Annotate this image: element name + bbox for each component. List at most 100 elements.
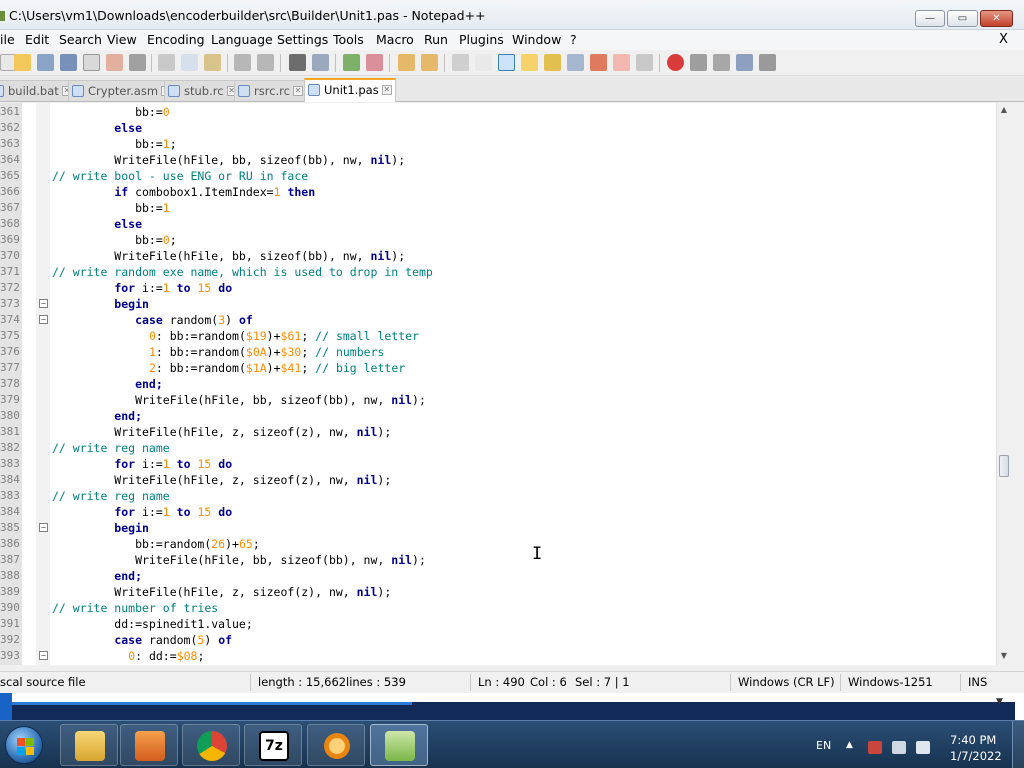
run-macro-multiple-icon[interactable] [736,54,753,71]
tab-rsrc-rc[interactable]: rsrc.rc ✕ [234,80,307,101]
code-line[interactable]: 383 // write reg name [0,488,996,504]
taskbar-explorer[interactable] [60,724,118,766]
sync-vertical-icon[interactable] [398,54,415,71]
zoom-out-icon[interactable] [366,54,383,71]
fold-toggle-icon[interactable]: − [39,299,48,308]
code-line[interactable]: 379 WriteFile(hFile, bb, sizeof(bb), nw,… [0,392,996,408]
code-line[interactable]: 375 0: bb:=random($19)+$61; // small let… [0,328,996,344]
scroll-up-icon[interactable]: ▲ [999,105,1009,114]
code-line[interactable]: 387 WriteFile(hFile, bb, sizeof(bb), nw,… [0,552,996,568]
scrollbar-thumb[interactable] [999,455,1009,477]
code-line[interactable]: 386 bb:=random(26)+65; [0,536,996,552]
minimize-button[interactable]: — [915,10,945,27]
tab-crypter-asm[interactable]: Crypter.asm ✕ [68,80,176,101]
menu-window[interactable]: Window [512,32,561,47]
code-line[interactable]: 382 // write reg name [0,440,996,456]
code-line[interactable]: 392 case random(5) of [0,632,996,648]
code-line[interactable]: 361 bb:=0 [0,104,996,120]
code-line[interactable]: 378 end; [0,376,996,392]
menu-encoding[interactable]: Encoding [147,32,205,47]
code-line[interactable]: 368 else [0,216,996,232]
code-line[interactable]: 393 − 0: dd:=$08; [0,648,996,664]
title-bar[interactable]: C:\Users\vm1\Downloads\encoderbuilder\sr… [0,0,1024,30]
fold-toggle-icon[interactable]: − [39,523,48,532]
function-list-icon[interactable] [567,54,584,71]
menu-view[interactable]: View [107,32,137,47]
cut-icon[interactable] [158,54,175,71]
menu-search[interactable]: Search [59,32,102,47]
start-button[interactable] [5,726,43,764]
stop-macro-icon[interactable] [690,54,707,71]
language-indicator[interactable]: EN [816,739,831,752]
eye-icon[interactable] [636,54,653,71]
code-line[interactable]: 389 WriteFile(hFile, z, sizeof(z), nw, n… [0,584,996,600]
code-line[interactable]: 376 1: bb:=random($0A)+$30; // numbers [0,344,996,360]
menu-settings[interactable]: Settings [277,32,328,47]
indent-guide-icon[interactable] [498,54,515,71]
tab-close-icon[interactable]: ✕ [292,86,303,96]
menu-edit[interactable]: Edit [25,32,49,47]
copy-icon[interactable] [181,54,198,71]
save-all-icon[interactable] [60,54,77,71]
find-icon[interactable] [289,54,306,71]
record-macro-icon[interactable] [667,54,684,71]
show-all-chars-icon[interactable] [475,54,492,71]
code-line[interactable]: 372 for i:=1 to 15 do [0,280,996,296]
close-button[interactable]: ✕ [980,10,1013,27]
close-all-icon[interactable] [106,54,123,71]
language-icon[interactable] [521,54,538,71]
replace-icon[interactable] [312,54,329,71]
code-line[interactable]: 363 bb:=1; [0,136,996,152]
monitoring-icon[interactable] [613,54,630,71]
code-line[interactable]: 364 WriteFile(hFile, bb, sizeof(bb), nw,… [0,152,996,168]
vertical-scrollbar[interactable]: ▲ ▼ [996,103,1010,665]
action-center-icon[interactable] [868,741,882,754]
code-line[interactable]: 362 else [0,120,996,136]
code-line[interactable]: 377 2: bb:=random($1A)+$41; // big lette… [0,360,996,376]
scroll-down-icon[interactable]: ▼ [999,651,1009,660]
close-file-icon[interactable] [83,54,100,71]
code-line[interactable]: 390 // write number of tries [0,600,996,616]
menu-plugins[interactable]: Plugins [459,32,504,47]
menu-language[interactable]: Language [211,32,273,47]
tab-unit1-pas[interactable]: Unit1.pas ✕ [304,78,396,102]
menu-help[interactable]: ? [570,32,577,47]
code-line[interactable]: 367 bb:=1 [0,200,996,216]
code-line[interactable]: 384 WriteFile(hFile, z, sizeof(z), nw, n… [0,472,996,488]
print-icon[interactable] [129,54,146,71]
show-desktop-button[interactable] [1012,721,1024,768]
tab-build-bat[interactable]: build.bat ✕ [0,80,76,101]
save-macro-icon[interactable] [759,54,776,71]
taskbar-notepad-plus-plus[interactable] [370,724,428,766]
code-line[interactable]: 384 for i:=1 to 15 do [0,504,996,520]
redo-icon[interactable] [257,54,274,71]
fold-toggle-icon[interactable]: − [39,315,48,324]
clock-date[interactable]: 1/7/2022 [950,749,1002,763]
code-line[interactable]: 369 bb:=0; [0,232,996,248]
code-line[interactable]: 388 end; [0,568,996,584]
network-icon[interactable] [892,741,906,754]
code-editor[interactable]: 361 bb:=0 362 else 363 bb:=1; 364 WriteFile… [0,103,1010,665]
taskbar-media-player[interactable] [120,724,178,766]
status-encoding[interactable]: Windows-1251 [848,675,933,689]
volume-icon[interactable] [916,741,930,754]
code-line[interactable]: 371 // write random exe name, which is us… [0,264,996,280]
status-eol[interactable]: Windows (CR LF) [738,675,835,689]
word-wrap-icon[interactable] [452,54,469,71]
code-line[interactable]: 380 end; [0,408,996,424]
doc-map-icon[interactable] [544,54,561,71]
menu-tools[interactable]: Tools [333,32,364,47]
taskbar-chrome[interactable] [182,724,240,766]
code-line[interactable]: 370 WriteFile(hFile, bb, sizeof(bb), nw,… [0,248,996,264]
code-line[interactable]: 366 if combobox1.ItemIndex=1 then [0,184,996,200]
show-hidden-icons-icon[interactable]: ▲ [846,740,853,750]
tab-close-icon[interactable]: ✕ [381,85,392,95]
taskbar-7zip[interactable]: 7z [244,724,302,766]
menu-file[interactable]: ile [0,32,15,47]
code-line[interactable]: 373 − begin [0,296,996,312]
taskbar-search-tool[interactable] [307,724,365,766]
code-line[interactable]: 381 WriteFile(hFile, z, sizeof(z), nw, n… [0,424,996,440]
maximize-button[interactable]: ▭ [947,10,978,27]
zoom-in-icon[interactable] [343,54,360,71]
code-line[interactable]: 374 − case random(3) of [0,312,996,328]
